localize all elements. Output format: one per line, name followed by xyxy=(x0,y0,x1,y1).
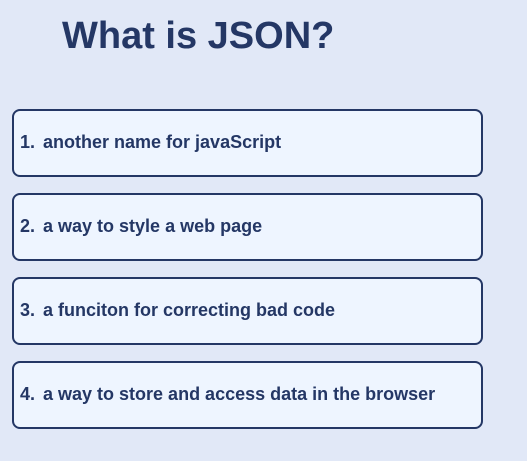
answer-text: another name for javaScript xyxy=(43,131,282,152)
answer-text: a way to style a web page xyxy=(43,215,263,236)
answer-list: 1. another name for javaScript 2. a way … xyxy=(12,109,483,445)
answer-number: 4. xyxy=(20,383,36,404)
answer-button-1[interactable]: 1. another name for javaScript xyxy=(12,109,483,177)
answer-text: a way to store and access data in the br… xyxy=(43,383,436,404)
answer-number: 2. xyxy=(20,215,36,236)
answer-number: 1. xyxy=(20,131,36,152)
answer-text: a funciton for correcting bad code xyxy=(43,299,336,320)
answer-button-4[interactable]: 4. a way to store and access data in the… xyxy=(12,361,483,429)
answer-button-3[interactable]: 3. a funciton for correcting bad code xyxy=(12,277,483,345)
answer-button-2[interactable]: 2. a way to style a web page xyxy=(12,193,483,261)
question-title: What is JSON? xyxy=(62,15,335,57)
answer-number: 3. xyxy=(20,299,36,320)
